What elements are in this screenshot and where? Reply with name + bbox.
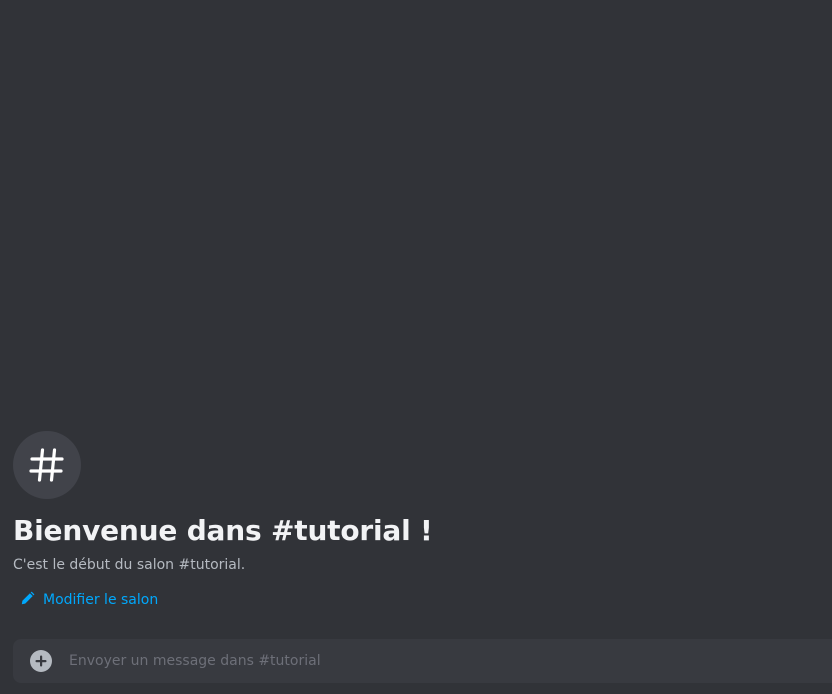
- pencil-icon: [20, 590, 36, 610]
- edit-channel-button[interactable]: Modifier le salon: [18, 588, 160, 612]
- welcome-title: Bienvenue dans #tutorial !: [13, 514, 433, 547]
- welcome-subtitle: C'est le début du salon #tutorial.: [13, 557, 246, 573]
- channel-icon-circle: [13, 431, 81, 499]
- message-composer: [13, 639, 832, 683]
- chat-area: Bienvenue dans #tutorial ! C'est le débu…: [0, 0, 832, 694]
- hashtag-icon: [27, 445, 67, 485]
- message-input[interactable]: [69, 639, 832, 683]
- plus-circle-icon[interactable]: [29, 649, 53, 673]
- edit-channel-label: Modifier le salon: [43, 592, 159, 608]
- channel-welcome: Bienvenue dans #tutorial ! C'est le débu…: [13, 431, 813, 612]
